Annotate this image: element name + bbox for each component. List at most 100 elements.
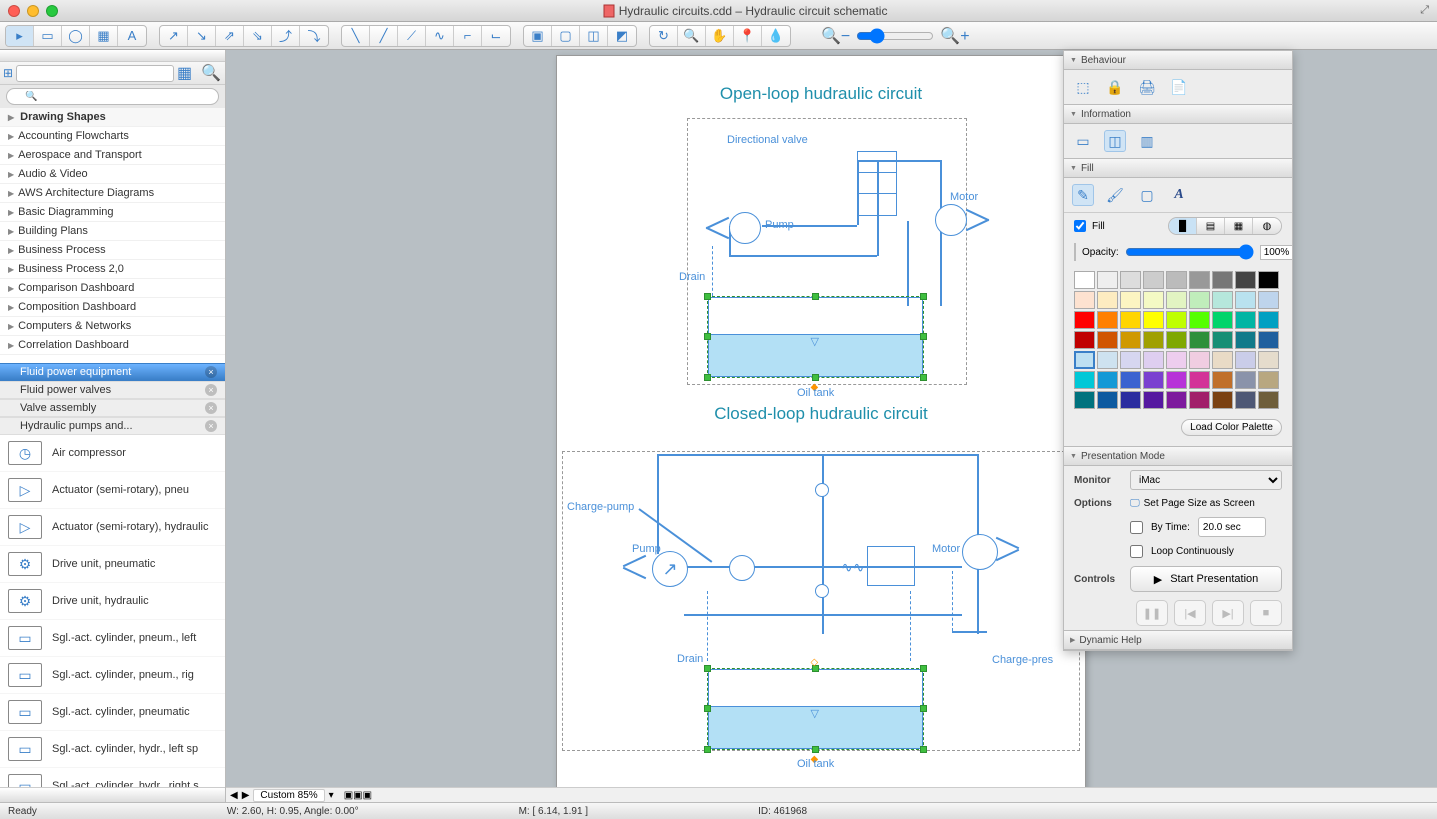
color-swatch[interactable] bbox=[1166, 371, 1187, 389]
close-icon[interactable]: × bbox=[205, 366, 217, 378]
color-swatch[interactable] bbox=[1097, 291, 1118, 309]
library-category[interactable]: Building Plans bbox=[0, 222, 225, 241]
opacity-value[interactable]: 100% bbox=[1260, 245, 1294, 260]
motor-symbol[interactable] bbox=[935, 204, 967, 236]
library-sublibrary[interactable]: Valve assembly× bbox=[0, 399, 225, 417]
load-palette-button[interactable]: Load Color Palette bbox=[1181, 419, 1282, 436]
zoom-value[interactable]: Custom 85% bbox=[253, 789, 324, 802]
ellipse-tool[interactable]: ◯ bbox=[62, 25, 90, 47]
color-swatch[interactable] bbox=[1235, 271, 1256, 289]
scroll-left-icon[interactable]: ◀ bbox=[230, 790, 238, 801]
library-sublibrary[interactable]: Fluid power equipment× bbox=[0, 363, 225, 381]
color-swatch[interactable] bbox=[1097, 371, 1118, 389]
fill-gradient-btn[interactable]: ▤ bbox=[1197, 218, 1225, 234]
pump-symbol[interactable] bbox=[729, 212, 761, 244]
color-swatch[interactable] bbox=[1235, 351, 1256, 369]
color-swatch[interactable] bbox=[1212, 371, 1233, 389]
fill-text-icon[interactable]: A bbox=[1168, 184, 1190, 206]
color-swatch[interactable] bbox=[1074, 311, 1095, 329]
motor2-symbol[interactable] bbox=[962, 534, 998, 570]
color-swatch[interactable] bbox=[1189, 351, 1210, 369]
oil-tank-2-selection[interactable]: ▽ ◇ ◆ bbox=[707, 668, 924, 750]
color-swatch[interactable] bbox=[1074, 351, 1095, 369]
color-swatch[interactable] bbox=[1097, 311, 1118, 329]
fill-checkbox[interactable] bbox=[1074, 220, 1086, 232]
fill-radial-btn[interactable]: ◍ bbox=[1253, 218, 1281, 234]
zoom-slider[interactable] bbox=[856, 28, 934, 44]
close-icon[interactable]: × bbox=[205, 402, 217, 414]
bytime-value[interactable] bbox=[1198, 517, 1266, 537]
zoom-window-button[interactable] bbox=[46, 5, 58, 17]
library-category[interactable]: Composition Dashboard bbox=[0, 298, 225, 317]
color-swatch[interactable] bbox=[1166, 351, 1187, 369]
color-swatch[interactable] bbox=[1143, 311, 1164, 329]
opacity-slider[interactable] bbox=[1125, 244, 1254, 260]
color-swatch[interactable] bbox=[1212, 271, 1233, 289]
color-swatch[interactable] bbox=[1258, 291, 1279, 309]
fill-brush-icon[interactable]: 🖌 bbox=[1104, 184, 1126, 206]
minimize-window-button[interactable] bbox=[27, 5, 39, 17]
scroll-right-icon[interactable]: ▶ bbox=[242, 790, 250, 801]
fill-square-icon[interactable]: ▢ bbox=[1136, 184, 1158, 206]
current-color-swatch[interactable] bbox=[1074, 243, 1076, 261]
color-swatch[interactable] bbox=[1258, 271, 1279, 289]
dynamic-help-section-header[interactable]: Dynamic Help bbox=[1064, 630, 1292, 650]
fill-pattern-btn[interactable]: ▦ bbox=[1225, 218, 1253, 234]
grid-mode-icon[interactable]: ▦ bbox=[177, 63, 197, 83]
color-swatch[interactable] bbox=[1074, 391, 1095, 409]
color-swatch[interactable] bbox=[1143, 271, 1164, 289]
fill-pen-icon[interactable]: ✎ bbox=[1072, 184, 1094, 206]
color-swatch[interactable] bbox=[1120, 371, 1141, 389]
library-category[interactable]: Aerospace and Transport bbox=[0, 146, 225, 165]
line-tool-1[interactable]: ╲ bbox=[342, 25, 370, 47]
color-swatch[interactable] bbox=[1166, 311, 1187, 329]
shape-library-item[interactable]: ▭Sgl.-act. cylinder, hydr., left sp bbox=[0, 731, 225, 768]
library-category[interactable]: Business Process 2,0 bbox=[0, 260, 225, 279]
info-layout2-icon[interactable]: ◫ bbox=[1104, 130, 1126, 152]
refresh-tool[interactable]: ↻ bbox=[650, 25, 678, 47]
bytime-checkbox[interactable] bbox=[1130, 521, 1143, 534]
zoom-in-icon[interactable]: 🔍+ bbox=[940, 26, 969, 46]
canvas-scrollbar[interactable]: ◀ ▶ Custom 85% ▾ ▣▣▣ bbox=[226, 787, 1437, 802]
color-swatch[interactable] bbox=[1235, 331, 1256, 349]
charge-pump-symbol[interactable] bbox=[729, 555, 755, 581]
zoom-out-icon[interactable]: 🔍− bbox=[821, 26, 850, 46]
color-swatch[interactable] bbox=[1212, 351, 1233, 369]
presentation-section-header[interactable]: Presentation Mode bbox=[1064, 446, 1292, 466]
color-swatch[interactable] bbox=[1258, 351, 1279, 369]
library-category[interactable]: Business Process bbox=[0, 241, 225, 260]
color-swatch[interactable] bbox=[1120, 291, 1141, 309]
color-swatch[interactable] bbox=[1189, 311, 1210, 329]
loop-checkbox[interactable] bbox=[1130, 545, 1143, 558]
hand-tool[interactable]: ✋ bbox=[706, 25, 734, 47]
pump2-symbol[interactable]: ↗ bbox=[652, 551, 688, 587]
select-tool[interactable]: ▸ bbox=[6, 25, 34, 47]
color-swatch[interactable] bbox=[1189, 371, 1210, 389]
color-swatch[interactable] bbox=[1189, 271, 1210, 289]
group-tool-4[interactable]: ◩ bbox=[608, 25, 636, 47]
color-swatch[interactable] bbox=[1166, 271, 1187, 289]
printer-icon[interactable]: 🖨 bbox=[1136, 76, 1158, 98]
color-swatch[interactable] bbox=[1189, 331, 1210, 349]
information-section-header[interactable]: Information bbox=[1064, 104, 1292, 124]
connector-tool-4[interactable]: ⇘ bbox=[244, 25, 272, 47]
tree-mode-icon[interactable]: ⊞ bbox=[3, 66, 13, 80]
library-category[interactable]: Audio & Video bbox=[0, 165, 225, 184]
color-swatch[interactable] bbox=[1120, 351, 1141, 369]
directional-valve-symbol[interactable] bbox=[857, 151, 897, 216]
color-swatch[interactable] bbox=[1097, 391, 1118, 409]
library-category[interactable]: Basic Diagramming bbox=[0, 203, 225, 222]
color-swatch[interactable] bbox=[1143, 331, 1164, 349]
color-swatch[interactable] bbox=[1212, 291, 1233, 309]
layer-icon[interactable]: 📄 bbox=[1168, 76, 1190, 98]
zoom-tool[interactable]: 🔍 bbox=[678, 25, 706, 47]
color-swatch[interactable] bbox=[1097, 331, 1118, 349]
color-swatch[interactable] bbox=[1143, 291, 1164, 309]
line-tool-3[interactable]: ⟋ bbox=[398, 25, 426, 47]
color-swatch[interactable] bbox=[1120, 311, 1141, 329]
color-swatch[interactable] bbox=[1235, 391, 1256, 409]
color-swatch[interactable] bbox=[1235, 291, 1256, 309]
color-swatch[interactable] bbox=[1235, 311, 1256, 329]
pause-button[interactable]: ❚❚ bbox=[1136, 600, 1168, 626]
shape-library-item[interactable]: ◷Air compressor bbox=[0, 435, 225, 472]
